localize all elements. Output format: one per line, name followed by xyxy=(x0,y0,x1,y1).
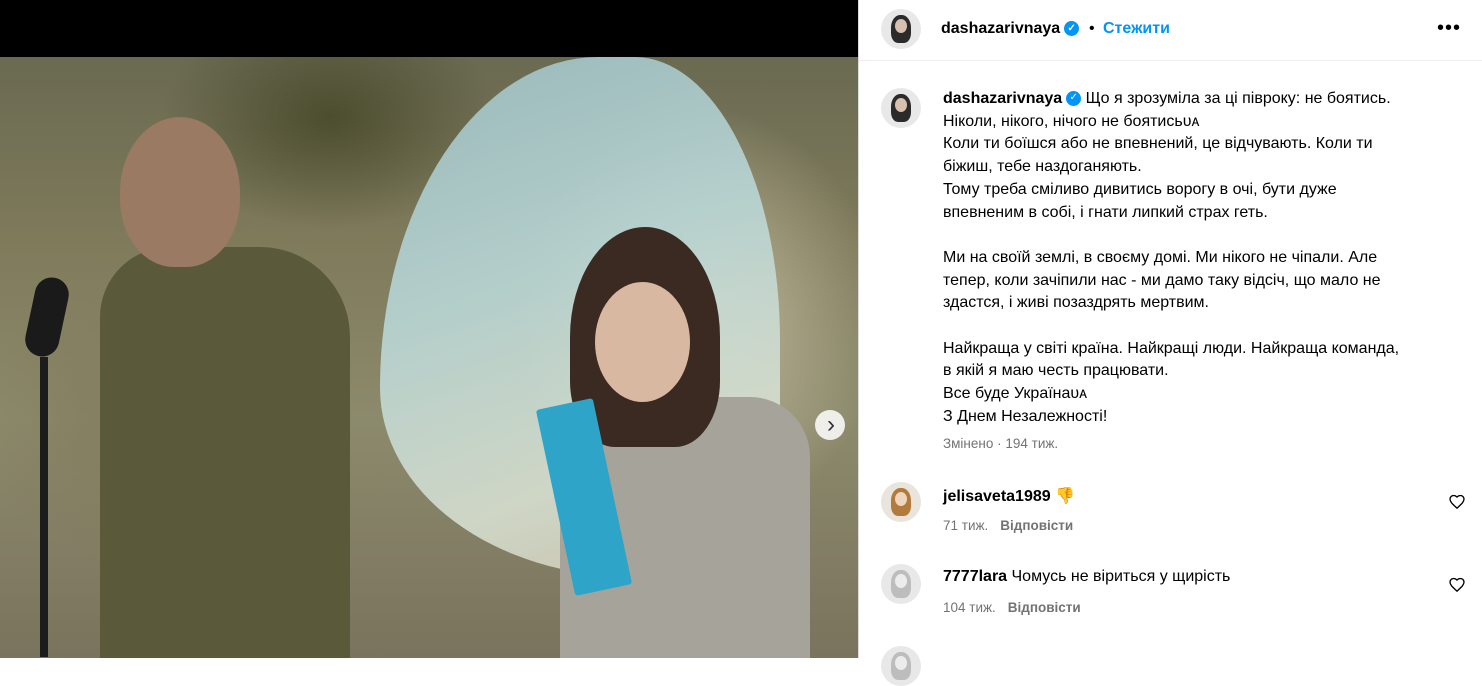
separator-dot: • xyxy=(1089,20,1095,37)
author-username[interactable]: dashazarivnaya ✓ xyxy=(941,20,1080,38)
caption-line: Ніколи, нікого, нічого не боятисьᴜᴀ xyxy=(943,112,1200,130)
caption-line: впевненим в собі, і гнати липкий страх г… xyxy=(943,203,1268,221)
heart-icon[interactable] xyxy=(1449,577,1465,592)
more-options-icon[interactable]: ••• xyxy=(1437,17,1461,40)
caption-line: біжиш, тебе наздоганяють. xyxy=(943,158,1142,176)
caption-author[interactable]: dashazarivnaya xyxy=(943,90,1062,107)
comment-time[interactable]: 71 тиж. xyxy=(943,518,988,533)
heart-icon[interactable] xyxy=(1449,494,1465,509)
caption-line: Найкраща у світі країна. Найкращі люди. … xyxy=(943,339,1400,357)
caption-first-line: Що я зрозуміла за ці півроку: не боятись… xyxy=(1085,90,1391,107)
reply-button[interactable]: Відповісти xyxy=(1000,518,1073,533)
comment-row: jelisaveta1989 👎 xyxy=(943,486,1075,506)
caption-line: Все буде Українаᴜᴀ xyxy=(943,385,1088,403)
caption-author-avatar[interactable] xyxy=(881,88,921,128)
post-photo[interactable] xyxy=(0,57,858,658)
post-caption: dashazarivnaya ✓ Що я зрозуміла за ці пів… xyxy=(943,88,1453,429)
media-panel: › xyxy=(0,0,858,658)
comment-avatar[interactable] xyxy=(881,482,921,522)
chevron-right-icon: › xyxy=(827,411,835,438)
comment-avatar[interactable] xyxy=(881,646,921,686)
caption-line: тепер, коли зачіпили нас - ми дамо таку … xyxy=(943,271,1381,289)
comment-time[interactable]: 104 тиж. xyxy=(943,600,996,615)
comment-meta: 71 тиж. Відповісти xyxy=(943,518,1073,533)
post-header: dashazarivnaya ✓ • Стежити ••• xyxy=(859,0,1482,61)
comment-text: Чомусь не віриться у щирість xyxy=(1011,568,1231,585)
verified-badge-icon: ✓ xyxy=(1064,21,1080,37)
edited-label: Змінено xyxy=(943,436,994,451)
comment-text: 👎 xyxy=(1055,488,1076,505)
caption-line: Коли ти боїшся або не впевнений, це відч… xyxy=(943,135,1373,153)
comment-row: 7777lara Чомусь не віриться у щирість xyxy=(943,568,1230,586)
comment-username[interactable]: 7777lara xyxy=(943,568,1007,585)
caption-line: З Днем Незалежності! xyxy=(943,407,1108,425)
caption-line: здастся, і живі позаздрять мертвим. xyxy=(943,294,1209,312)
comment-avatar[interactable] xyxy=(881,564,921,604)
follow-button[interactable]: Стежити xyxy=(1103,20,1170,38)
post-sidebar: dashazarivnaya ✓ • Стежити ••• dashazariv… xyxy=(858,0,1482,686)
caption-line: в якій я маю честь працювати. xyxy=(943,362,1169,380)
post-modal: › dashazarivnaya ✓ • Стежити ••• dashazar… xyxy=(0,0,1482,686)
author-avatar[interactable] xyxy=(881,9,921,49)
comment-meta: 104 тиж. Відповісти xyxy=(943,600,1081,615)
caption-line: Ми на своїй землі, в своєму домі. Ми нік… xyxy=(943,248,1378,266)
caption-line: Тому треба сміливо дивитись ворогу в очі… xyxy=(943,180,1337,198)
photo-microphone xyxy=(12,274,72,657)
edited-time[interactable]: 194 тиж. xyxy=(1005,436,1058,451)
caption-line xyxy=(943,315,1453,338)
caption-line xyxy=(943,224,1453,247)
caption-meta: Змінено · 194 тиж. xyxy=(943,436,1059,451)
photo-man xyxy=(100,117,350,658)
next-slide-button[interactable]: › xyxy=(815,410,845,440)
verified-badge-icon: ✓ xyxy=(1066,91,1082,107)
comment-username[interactable]: jelisaveta1989 xyxy=(943,488,1051,505)
reply-button[interactable]: Відповісти xyxy=(1008,600,1081,615)
